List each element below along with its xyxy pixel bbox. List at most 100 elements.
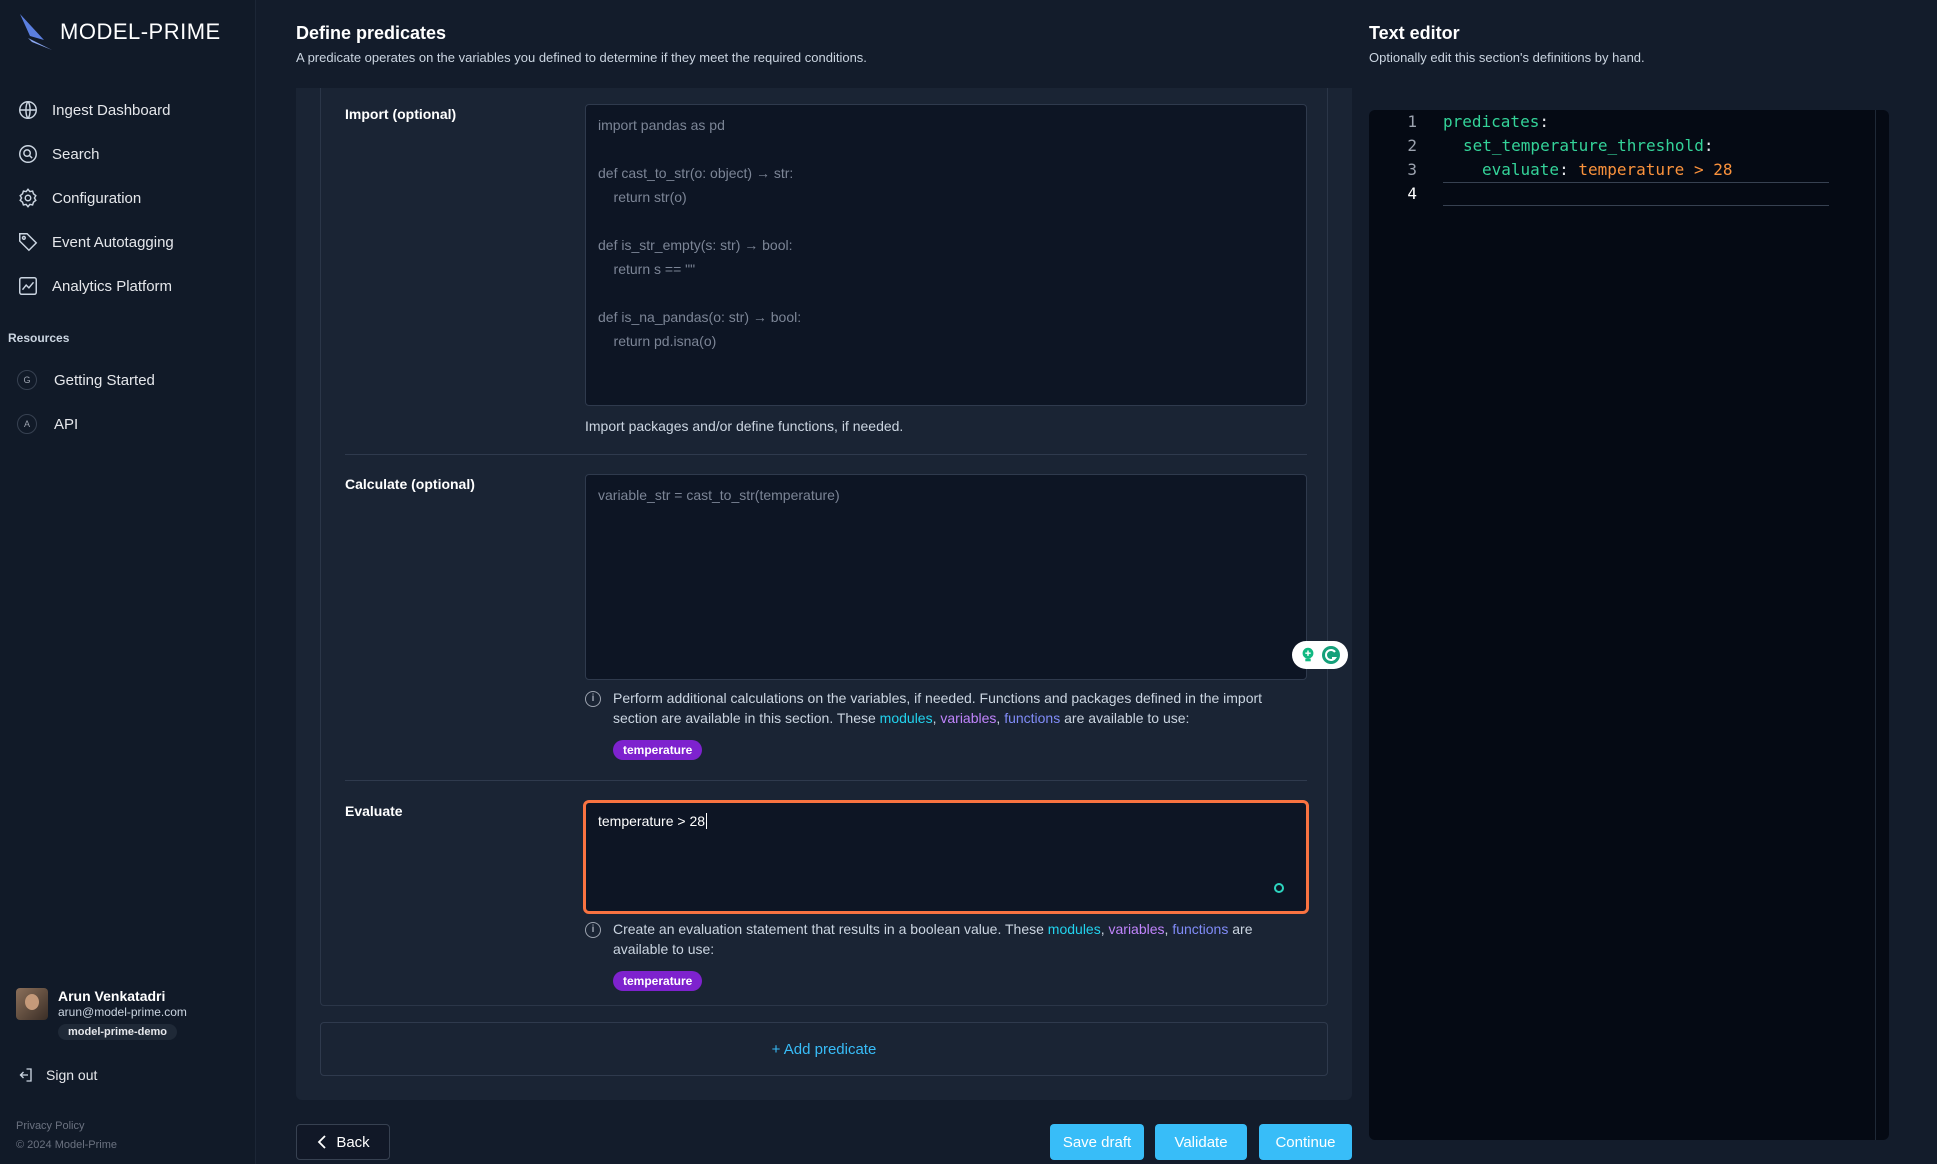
predicate-block: Import (optional) import pandas as pd de… <box>320 88 1348 1006</box>
sign-out-button[interactable]: Sign out <box>16 1066 97 1084</box>
modules-link[interactable]: modules <box>880 710 933 726</box>
info-icon: i <box>585 922 601 938</box>
yaml-key: evaluate <box>1482 160 1560 179</box>
nav-item-search[interactable]: Search <box>0 132 256 176</box>
resource-label: API <box>54 415 79 433</box>
import-textarea[interactable]: import pandas as pd def cast_to_str(o: o… <box>585 104 1307 406</box>
letter-badge-icon: A <box>17 414 37 434</box>
evaluate-textarea[interactable]: temperature > 28 <box>583 800 1309 914</box>
resources-list: G Getting Started A API <box>0 358 256 446</box>
text-editor-subtitle: Optionally edit this section's definitio… <box>1369 50 1645 65</box>
gear-icon <box>19 188 37 208</box>
page-subtitle: A predicate operates on the variables yo… <box>296 50 867 65</box>
globe-icon <box>19 101 37 119</box>
code-line-3: evaluate: temperature > 28 <box>1482 158 1732 182</box>
functions-link[interactable]: functions <box>1172 921 1228 937</box>
nav-label: Event Autotagging <box>52 233 174 251</box>
line-number: 3 <box>1407 160 1417 179</box>
chart-icon <box>19 277 37 295</box>
yaml-colon: : <box>1559 160 1569 179</box>
nav-item-analytics-platform[interactable]: Analytics Platform <box>0 264 256 308</box>
letter-badge-icon: G <box>17 370 37 390</box>
save-draft-button[interactable]: Save draft <box>1050 1124 1144 1160</box>
help-text: Create an evaluation statement that resu… <box>613 921 1048 937</box>
page-title: Define predicates <box>296 23 447 43</box>
help-text: are available to use: <box>1060 710 1190 726</box>
search-icon <box>19 145 37 163</box>
variables-link[interactable]: variables <box>1109 921 1165 937</box>
current-line-highlight <box>1443 182 1829 206</box>
yaml-colon: : <box>1703 136 1714 155</box>
tag-icon <box>19 233 38 252</box>
evaluate-value: temperature > 28 <box>598 813 706 829</box>
text-editor-panel: Text editor Optionally edit this section… <box>1366 0 1937 1164</box>
calculate-help: i Perform additional calculations on the… <box>585 688 1307 728</box>
privacy-policy-link[interactable]: Privacy Policy <box>16 1120 84 1132</box>
lightbulb-icon <box>1302 647 1314 662</box>
copyright: © 2024 Model-Prime <box>16 1139 118 1151</box>
resource-getting-started[interactable]: G Getting Started <box>0 358 256 402</box>
user-profile[interactable]: Arun Venkatadri arun@model-prime.com mod… <box>16 988 187 1040</box>
status-dot-icon <box>1274 883 1284 893</box>
calculate-label: Calculate (optional) <box>345 476 475 492</box>
nav-label: Search <box>52 145 100 163</box>
nav-item-ingest-dashboard[interactable]: Ingest Dashboard <box>0 88 256 132</box>
variable-chip-temperature[interactable]: temperature <box>613 971 703 991</box>
validate-button[interactable]: Validate <box>1155 1124 1247 1160</box>
back-label: Back <box>336 1133 370 1151</box>
main-nav: Ingest Dashboard Search Configuration Ev… <box>0 88 256 308</box>
text-editor-title: Text editor <box>1369 23 1460 43</box>
yaml-key: set_temperature_threshold <box>1463 136 1704 155</box>
user-email: arun@model-prime.com <box>58 1005 187 1019</box>
code-editor[interactable]: 1 2 3 4 predicates: set_temperature_thre… <box>1369 110 1889 1140</box>
app-root: MODEL-PRIME Ingest Dashboard Search Conf… <box>0 0 1937 1164</box>
user-name: Arun Venkatadri <box>58 988 166 1004</box>
help-text: available to use: <box>613 941 715 957</box>
evaluate-help: i Create an evaluation statement that re… <box>585 919 1307 959</box>
yaml-colon: : <box>1539 112 1549 131</box>
add-predicate-button[interactable]: + Add predicate <box>320 1022 1328 1076</box>
logo-mark-icon <box>20 14 52 50</box>
variables-link[interactable]: variables <box>940 710 996 726</box>
divider <box>345 454 1307 455</box>
line-number: 2 <box>1407 136 1417 155</box>
info-icon: i <box>585 691 601 707</box>
yaml-key: predicates <box>1443 112 1540 131</box>
help-text: are <box>1228 921 1253 937</box>
back-button[interactable]: Back <box>296 1124 390 1160</box>
evaluate-label: Evaluate <box>345 803 403 819</box>
sep: , <box>1100 921 1109 937</box>
line-number: 1 <box>1407 112 1417 131</box>
line-number: 4 <box>1407 184 1417 203</box>
continue-button[interactable]: Continue <box>1259 1124 1352 1160</box>
divider <box>345 780 1307 781</box>
code-line-2: set_temperature_threshold: <box>1463 134 1713 158</box>
sign-out-icon <box>19 1068 32 1082</box>
editor-scrollbar[interactable] <box>1875 110 1889 1140</box>
nav-label: Configuration <box>52 189 142 207</box>
nav-label: Analytics Platform <box>52 277 173 295</box>
nav-item-configuration[interactable]: Configuration <box>0 176 256 220</box>
import-help: Import packages and/or define functions,… <box>585 418 904 434</box>
logo[interactable]: MODEL-PRIME <box>18 12 221 52</box>
calculate-textarea[interactable]: variable_str = cast_to_str(temperature) <box>585 474 1307 680</box>
nav-item-event-autotagging[interactable]: Event Autotagging <box>0 220 256 264</box>
sign-out-label: Sign out <box>46 1067 98 1083</box>
modules-link[interactable]: modules <box>1048 921 1101 937</box>
brand-name: MODEL-PRIME <box>60 19 221 44</box>
text-cursor <box>706 813 708 829</box>
resources-heading: Resources <box>8 331 70 345</box>
grammarly-widget[interactable] <box>1292 641 1348 669</box>
grammarly-icon <box>1322 646 1340 664</box>
yaml-value: temperature > 28 <box>1578 160 1733 179</box>
avatar <box>16 988 48 1020</box>
resource-api[interactable]: A API <box>0 402 256 446</box>
sidebar: MODEL-PRIME Ingest Dashboard Search Conf… <box>0 0 256 1164</box>
variable-chip-temperature[interactable]: temperature <box>613 740 703 760</box>
functions-link[interactable]: functions <box>1004 710 1060 726</box>
org-badge: model-prime-demo <box>58 1024 178 1040</box>
import-label: Import (optional) <box>345 106 457 122</box>
chevron-left-icon <box>318 1135 326 1149</box>
main-panel: Define predicates A predicate operates o… <box>256 0 1366 1164</box>
code-line-1: predicates: <box>1443 110 1549 134</box>
